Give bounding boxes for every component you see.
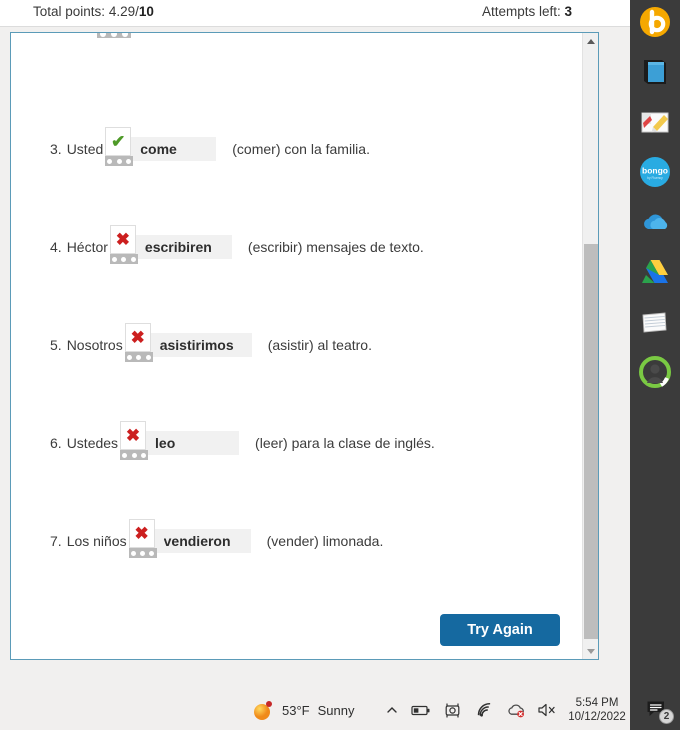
question-number: 4. — [50, 239, 62, 255]
taskbar-date: 10/12/2022 — [568, 711, 626, 723]
total-points-value: 4.29 — [108, 4, 136, 19]
scroll-up-arrow-icon[interactable] — [583, 33, 598, 49]
question-number: 6. — [50, 435, 62, 451]
sunny-weather-icon — [254, 701, 272, 720]
try-again-button[interactable]: Try Again — [440, 614, 560, 646]
question-subject: Héctor — [66, 239, 108, 255]
grip-handle-icon[interactable] — [105, 156, 134, 166]
total-points-label: Total points: — [33, 4, 106, 19]
app-dock: bongo by Fluency — [630, 0, 680, 730]
question-row: 4. Héctor ✖ (escribir) mensajes de texto… — [11, 225, 584, 267]
question-row: 7. Los niños ✖ (vender) limonada. — [11, 519, 584, 561]
speaker-muted-icon — [538, 703, 555, 717]
question-subject: Usted — [66, 141, 104, 157]
weather-condition: Sunny — [317, 702, 355, 718]
network-status-button[interactable] — [473, 690, 497, 730]
webcam-status-button[interactable] — [440, 690, 464, 730]
dock-item-paint-editor[interactable] — [639, 106, 671, 138]
onedrive-cloud-icon — [644, 214, 668, 229]
google-drive-icon — [642, 260, 668, 283]
answer-widget: ✔ — [105, 127, 217, 166]
dock-item-google-drive[interactable] — [639, 256, 671, 288]
notification-count-badge: 2 — [659, 709, 674, 724]
svg-text:by Fluency: by Fluency — [647, 176, 663, 180]
attempts-left-display: Attempts left: 3 — [482, 4, 572, 19]
grip-handle-partial-icon[interactable] — [97, 33, 131, 38]
question-hint: (asistir) al teatro. — [267, 337, 372, 353]
weather-widget[interactable]: 53°F Sunny — [252, 690, 354, 730]
question-subject: Ustedes — [66, 435, 119, 451]
scrollbar-thumb[interactable] — [584, 244, 598, 639]
vertical-scrollbar[interactable] — [582, 33, 598, 659]
battery-icon — [411, 705, 430, 716]
user-profile-icon — [639, 356, 671, 388]
weather-temperature: 53°F — [282, 702, 310, 718]
question-hint: (leer) para la clase de inglés. — [255, 435, 435, 451]
dock-item-book[interactable] — [639, 56, 671, 88]
attempts-left-label: Attempts left: — [481, 4, 561, 19]
taskbar-time: 5:54 PM — [575, 697, 619, 709]
windows-taskbar: 53°F Sunny 5:54 PM 10/12/2022 — [0, 690, 630, 730]
question-row: 6. Ustedes ✖ (leer) para la clase de ing… — [11, 421, 584, 463]
battery-status-button[interactable] — [408, 690, 434, 730]
dock-item-bongo[interactable]: bongo by Fluency — [639, 156, 671, 188]
question-row: 5. Nosotros ✖ (asistir) al teatro. — [11, 323, 584, 365]
beats-music-icon — [640, 7, 670, 37]
scroll-down-arrow-icon[interactable] — [583, 643, 598, 659]
show-hidden-icons-button[interactable] — [380, 690, 404, 730]
dock-item-beats-music[interactable] — [639, 6, 671, 38]
grip-handle-icon[interactable] — [128, 548, 157, 558]
onedrive-status-button[interactable] — [504, 690, 528, 730]
book-icon — [644, 60, 666, 84]
grip-handle-icon[interactable] — [109, 254, 138, 264]
question-hint: (vender) limonada. — [266, 533, 384, 549]
question-hint: (comer) con la familia. — [232, 141, 370, 157]
attempts-left-value: 3 — [564, 4, 572, 19]
chevron-up-icon — [387, 707, 397, 713]
grip-handle-icon[interactable] — [124, 352, 153, 362]
dock-item-onedrive[interactable] — [639, 206, 671, 238]
correct-check-icon: ✔ — [105, 127, 132, 156]
notes-icon — [642, 312, 667, 333]
total-points-max: 10 — [138, 4, 154, 19]
volume-muted-button[interactable] — [535, 690, 559, 730]
camera-icon — [445, 702, 459, 718]
exercise-status-bar: Total points: 4.29/10 Attempts left: 3 — [0, 0, 630, 27]
question-hint: (escribir) mensajes de texto. — [247, 239, 424, 255]
grip-handle-icon[interactable] — [120, 450, 149, 460]
incorrect-cross-icon: ✖ — [128, 519, 155, 548]
question-subject: Los niños — [66, 533, 127, 549]
question-number: 3. — [50, 141, 62, 157]
answer-widget: ✖ — [109, 225, 232, 264]
paint-editor-icon — [641, 112, 669, 133]
question-row: 3. Usted ✔ (comer) con la familia. — [11, 127, 584, 169]
clock-widget[interactable]: 5:54 PM 10/12/2022 — [566, 690, 628, 730]
cloud-error-icon — [508, 704, 524, 718]
notification-center-button[interactable]: 2 — [633, 690, 680, 730]
question-number: 7. — [50, 533, 62, 549]
bongo-icon: bongo by Fluency — [640, 157, 670, 187]
svg-text:bongo: bongo — [642, 166, 668, 176]
exercise-content: 3. Usted ✔ (comer) con la familia. 4. Hé… — [11, 33, 584, 659]
total-points-display: Total points: 4.29/10 — [33, 4, 154, 19]
dock-item-notes[interactable] — [639, 306, 671, 338]
incorrect-cross-icon: ✖ — [109, 225, 136, 254]
wifi-icon — [477, 703, 491, 717]
browser-page: Total points: 4.29/10 Attempts left: 3 3… — [0, 0, 630, 730]
question-number: 5. — [50, 337, 62, 353]
answer-widget: ✖ — [128, 519, 251, 558]
incorrect-cross-icon: ✖ — [120, 421, 147, 450]
question-subject: Nosotros — [66, 337, 123, 353]
dock-item-user-profile[interactable] — [639, 356, 671, 388]
desktop-screen: Total points: 4.29/10 Attempts left: 3 3… — [0, 0, 680, 730]
incorrect-cross-icon: ✖ — [124, 323, 151, 352]
answer-widget: ✖ — [120, 421, 240, 460]
exercise-scroll-panel: 3. Usted ✔ (comer) con la familia. 4. Hé… — [10, 32, 599, 660]
answer-widget: ✖ — [124, 323, 252, 362]
